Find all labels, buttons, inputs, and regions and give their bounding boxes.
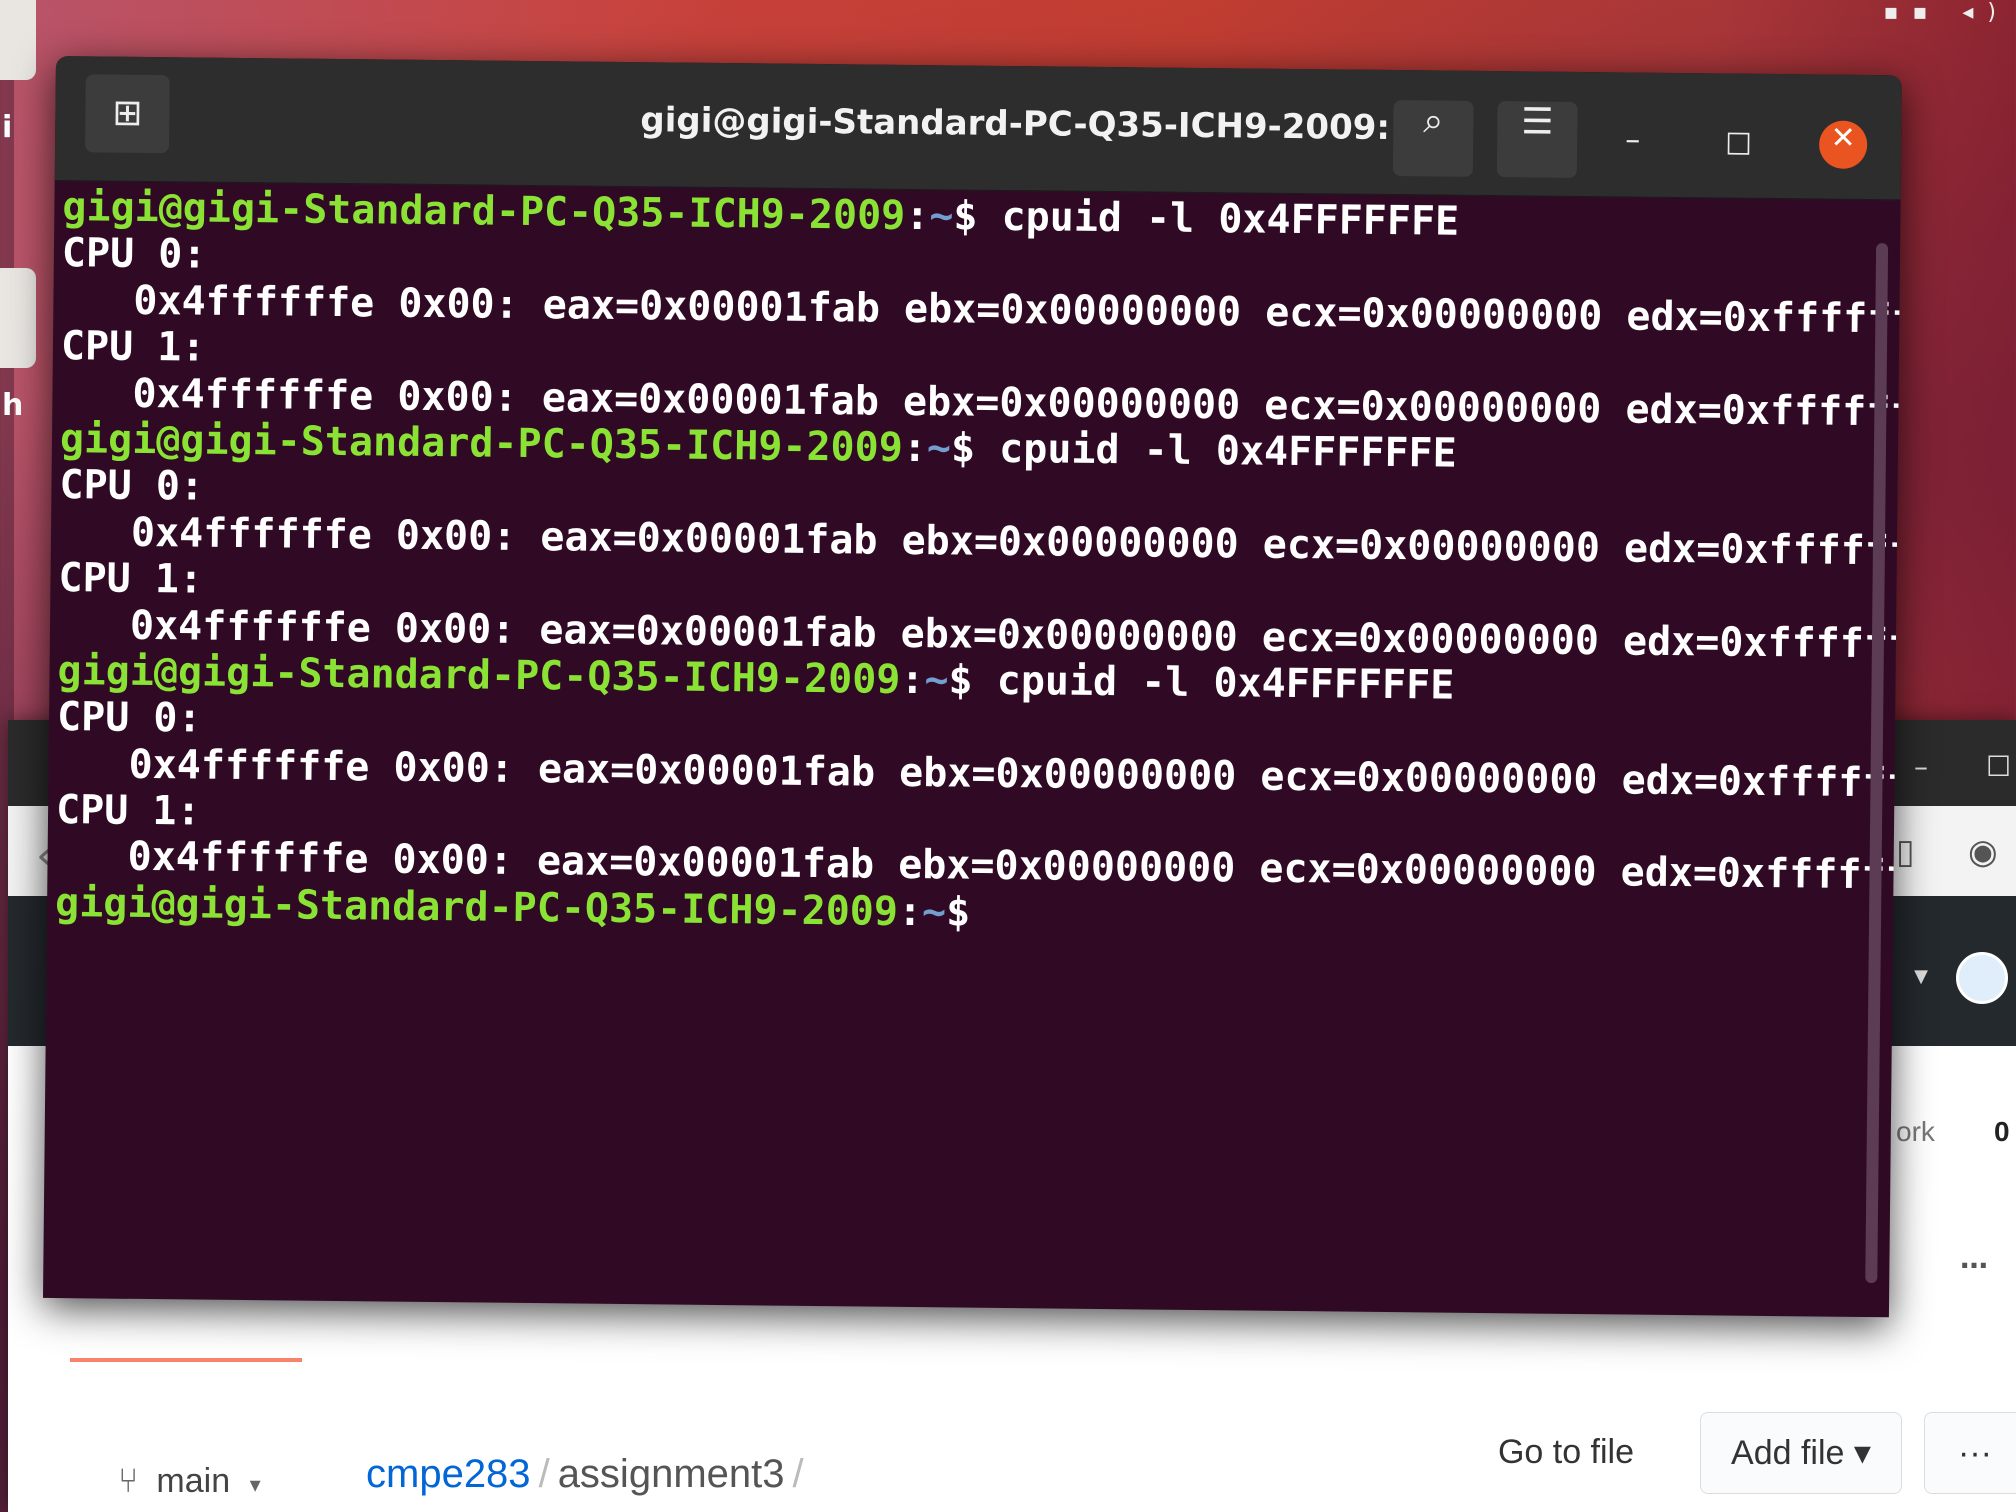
terminal-output[interactable]: gigi@gigi-Standard-PC-Q35-ICH9-2009:~$ c… <box>51 184 1902 1317</box>
minimize-button[interactable]: – <box>1625 122 1640 157</box>
browser-maximize-button[interactable]: ☐ <box>1986 750 2011 783</box>
prompt-colon: : <box>900 656 925 704</box>
repo-owner-link[interactable]: cmpe283 <box>366 1452 531 1496</box>
active-tab-underline <box>70 1358 302 1362</box>
command-text: cpuid -l 0x4FFFFFFE <box>974 425 1457 477</box>
browser-minimize-button[interactable]: – <box>1914 750 1928 783</box>
git-branch-icon: ⑂ <box>118 1462 139 1500</box>
chevron-down-icon[interactable]: ▼ <box>1914 966 1928 987</box>
system-tray[interactable]: ▪▪ ◂) <box>1884 0 2010 25</box>
prompt-path: ~ <box>929 193 954 240</box>
prompt-user-host: gigi@gigi-Standard-PC-Q35-ICH9-2009 <box>57 647 901 703</box>
dock-app-icon[interactable] <box>0 268 36 368</box>
terminal-header: ⊞ gigi@gigi-Standard-PC-Q35-ICH9-2009: ~… <box>54 56 1902 201</box>
prompt-colon: : <box>902 424 928 472</box>
prompt-user-host: gigi@gigi-Standard-PC-Q35-ICH9-2009 <box>54 879 899 935</box>
dock-label-fragment: h <box>2 388 24 423</box>
new-tab-icon[interactable]: ⊞ <box>84 74 170 154</box>
add-file-button[interactable]: Add file ▾ <box>1700 1412 1902 1494</box>
prompt-dollar: $ <box>945 889 971 936</box>
maximize-button[interactable]: ☐ <box>1725 127 1752 162</box>
repo-name-link[interactable]: assignment3 <box>558 1452 785 1496</box>
avatar[interactable] <box>1956 952 2008 1004</box>
hamburger-menu-icon[interactable]: ☰ <box>1496 101 1578 178</box>
breadcrumb-separator: / <box>538 1452 550 1496</box>
terminal-window[interactable]: ⊞ gigi@gigi-Standard-PC-Q35-ICH9-2009: ~… <box>42 56 1902 1318</box>
search-icon[interactable]: ⌕ <box>1392 100 1474 177</box>
dock-label-fragment: i <box>2 110 13 145</box>
prompt-path: ~ <box>924 657 949 704</box>
prompt-dollar: $ <box>948 657 973 704</box>
prompt-colon: : <box>897 888 923 935</box>
fork-count: 0 <box>1994 1116 2010 1147</box>
prompt-colon: : <box>905 192 930 240</box>
prompt-dollar: $ <box>953 193 978 240</box>
branch-selector[interactable]: ⑂ main ▾ <box>118 1462 261 1501</box>
command-text: cpuid -l 0x4FFFFFFE <box>972 657 1455 709</box>
more-options-icon[interactable]: … <box>1960 1242 1991 1275</box>
more-button[interactable]: ··· <box>1924 1412 2016 1494</box>
account-icon[interactable]: ◉ <box>1968 832 1998 872</box>
close-button[interactable]: ✕ <box>1818 120 1868 169</box>
window-title: gigi@gigi-Standard-PC-Q35-ICH9-2009: ~ <box>640 100 1431 149</box>
prompt-user-host: gigi@gigi-Standard-PC-Q35-ICH9-2009 <box>62 184 906 239</box>
command-text: cpuid -l 0x4FFFFFFE <box>977 193 1460 245</box>
prompt-path: ~ <box>926 425 952 472</box>
go-to-file-button[interactable]: Go to file <box>1466 1412 1666 1492</box>
prompt-user-host: gigi@gigi-Standard-PC-Q35-ICH9-2009 <box>59 416 904 471</box>
chevron-down-icon: ▾ <box>249 1472 261 1497</box>
breadcrumb: cmpe283/assignment3/ <box>366 1452 812 1497</box>
prompt-dollar: $ <box>950 425 976 472</box>
breadcrumb-separator: / <box>792 1452 804 1496</box>
dock-app-icon[interactable] <box>0 0 36 80</box>
sidebar-icon[interactable]: ▯ <box>1896 832 1915 872</box>
branch-name: main <box>156 1462 231 1500</box>
prompt-path: ~ <box>921 888 947 936</box>
fork-label[interactable]: ork <box>1896 1116 1935 1148</box>
